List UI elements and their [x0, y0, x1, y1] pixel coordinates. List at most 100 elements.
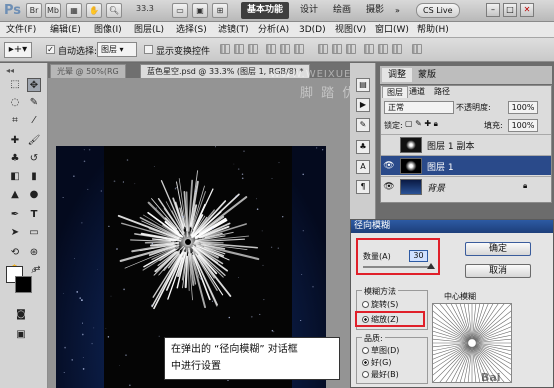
- lock-icons[interactable]: ▢ ✎ ✚ 🔒︎: [405, 119, 438, 129]
- menu-window[interactable]: 窗口(W): [375, 23, 409, 37]
- best-radio-button[interactable]: [362, 371, 369, 378]
- auto-select-checkbox[interactable]: ✓: [46, 45, 55, 54]
- quick-mask-icon[interactable]: ◙: [14, 308, 28, 322]
- visibility-toggle-icon[interactable]: [383, 139, 395, 151]
- menu-file[interactable]: 文件(F): [6, 23, 36, 37]
- menu-select[interactable]: 选择(S): [176, 23, 207, 37]
- distribute-hcenter-icon[interactable]: [378, 44, 388, 54]
- draft-radio-button[interactable]: [362, 347, 369, 354]
- align-right-icon[interactable]: [294, 44, 304, 54]
- character-panel-icon[interactable]: A: [356, 160, 370, 174]
- blur-tool-icon[interactable]: ▲: [8, 188, 22, 202]
- tab-channels[interactable]: 通道: [405, 86, 429, 98]
- visibility-eye-icon[interactable]: 👁︎: [383, 181, 395, 193]
- 3d-rotate-tool-icon[interactable]: ⟲: [8, 246, 22, 260]
- toolbox-collapse-icon[interactable]: ◂◂: [6, 66, 14, 75]
- menu-help[interactable]: 帮助(H): [417, 23, 449, 37]
- workspace-design[interactable]: 设计: [294, 2, 324, 19]
- ok-button[interactable]: 确定: [465, 242, 531, 256]
- clone-stamp-tool-icon[interactable]: ♣: [8, 152, 22, 166]
- amount-slider-track[interactable]: [363, 266, 431, 268]
- lasso-tool-icon[interactable]: ◌: [8, 96, 22, 110]
- good-radio[interactable]: 好(G): [362, 357, 391, 368]
- distribute-left-icon[interactable]: [364, 44, 374, 54]
- spin-radio[interactable]: 旋转(S): [362, 299, 398, 310]
- layer-row[interactable]: 👁︎ 背景 🔒︎: [381, 176, 551, 196]
- best-radio[interactable]: 最好(B): [362, 369, 399, 380]
- workspace-essentials[interactable]: 基本功能: [241, 2, 290, 19]
- swap-colors-icon[interactable]: ⇄: [30, 262, 44, 276]
- cs-live-button[interactable]: CS Live: [416, 3, 460, 18]
- actions-panel-icon[interactable]: ▶: [356, 98, 370, 112]
- menu-image[interactable]: 图像(I): [94, 23, 122, 37]
- tab-paths[interactable]: 路径: [430, 86, 454, 98]
- brush-panel-icon[interactable]: ✎: [356, 118, 370, 132]
- menu-edit[interactable]: 编辑(E): [50, 23, 81, 37]
- minimize-button[interactable]: –: [486, 3, 500, 17]
- distribute-right-icon[interactable]: [392, 44, 402, 54]
- mini-bridge-button[interactable]: Mb: [45, 3, 61, 18]
- hand-tool-button[interactable]: ✋: [86, 3, 102, 18]
- draft-radio[interactable]: 草图(D): [362, 345, 399, 356]
- quick-select-tool-icon[interactable]: ✎: [27, 96, 41, 110]
- background-color-swatch[interactable]: [15, 276, 32, 293]
- screen-mode-button[interactable]: ▣: [192, 3, 208, 18]
- tab-adjustments[interactable]: 调整: [382, 68, 413, 82]
- shape-tool-icon[interactable]: ▭: [27, 226, 41, 240]
- visibility-eye-icon[interactable]: 👁︎: [383, 160, 395, 172]
- menu-view[interactable]: 视图(V): [335, 23, 366, 37]
- align-hcenter-icon[interactable]: [280, 44, 290, 54]
- workspace-photography[interactable]: 摄影: [360, 2, 390, 19]
- maximize-button[interactable]: □: [503, 3, 517, 17]
- paragraph-panel-icon[interactable]: ¶: [356, 180, 370, 194]
- type-tool-icon[interactable]: T: [27, 208, 41, 222]
- layer-row-selected[interactable]: 👁︎ 图层 1: [381, 155, 551, 175]
- opacity-input[interactable]: 100%: [508, 101, 538, 114]
- fill-input[interactable]: 100%: [508, 119, 538, 132]
- blend-mode-dropdown[interactable]: 正常: [384, 101, 454, 114]
- close-button[interactable]: ✕: [520, 3, 534, 17]
- 3d-orbit-tool-icon[interactable]: ⊛: [27, 246, 41, 260]
- clone-source-panel-icon[interactable]: ♣: [356, 140, 370, 154]
- crop-tool-icon[interactable]: ⌗: [8, 114, 22, 128]
- distribute-top-icon[interactable]: [318, 44, 328, 54]
- dodge-tool-icon[interactable]: ●: [27, 188, 41, 202]
- document-tab-glow[interactable]: 光晕 @ 50%(RG: [50, 64, 126, 78]
- screen-mode-icon[interactable]: ▣: [14, 328, 28, 342]
- bridge-button[interactable]: Br: [26, 3, 42, 18]
- history-brush-tool-icon[interactable]: ↺: [27, 152, 41, 166]
- good-radio-button[interactable]: [362, 359, 369, 366]
- layer-row[interactable]: 图层 1 副本: [381, 134, 551, 154]
- align-vcenter-icon[interactable]: [234, 44, 244, 54]
- extras-button[interactable]: ▦: [66, 3, 82, 18]
- tool-preset-picker[interactable]: ▸+▾: [4, 42, 32, 58]
- spin-radio-button[interactable]: [362, 301, 369, 308]
- distribute-vcenter-icon[interactable]: [332, 44, 342, 54]
- menu-layer[interactable]: 图层(L): [134, 23, 164, 37]
- brush-tool-icon[interactable]: 🖌︎: [27, 134, 41, 148]
- workspace-more-icon[interactable]: »: [395, 6, 400, 15]
- zoom-tool-button[interactable]: 🔍︎: [106, 3, 122, 18]
- eraser-tool-icon[interactable]: ◧: [8, 170, 22, 184]
- amount-slider-thumb[interactable]: [427, 263, 435, 269]
- move-tool-icon[interactable]: ✥: [27, 78, 41, 92]
- distribute-bottom-icon[interactable]: [346, 44, 356, 54]
- marquee-tool-icon[interactable]: ⬚: [8, 78, 22, 92]
- history-panel-icon[interactable]: ▤: [356, 78, 370, 92]
- menu-filter[interactable]: 滤镜(T): [218, 23, 249, 37]
- arrange-documents-button[interactable]: ▭: [172, 3, 188, 18]
- auto-align-icon[interactable]: [412, 44, 422, 54]
- path-select-tool-icon[interactable]: ➤: [8, 226, 22, 240]
- align-top-icon[interactable]: [220, 44, 230, 54]
- align-left-icon[interactable]: [266, 44, 276, 54]
- align-bottom-icon[interactable]: [248, 44, 258, 54]
- pen-tool-icon[interactable]: ✒: [8, 208, 22, 222]
- view-extras-button[interactable]: ⊞: [212, 3, 228, 18]
- healing-brush-tool-icon[interactable]: ✚: [8, 134, 22, 148]
- gradient-tool-icon[interactable]: ▮: [27, 170, 41, 184]
- cancel-button[interactable]: 取消: [465, 264, 531, 278]
- amount-input[interactable]: 30: [409, 250, 428, 262]
- menu-3d[interactable]: 3D(D): [299, 23, 326, 37]
- tab-masks[interactable]: 蒙版: [412, 68, 442, 82]
- show-transform-checkbox[interactable]: [144, 45, 153, 54]
